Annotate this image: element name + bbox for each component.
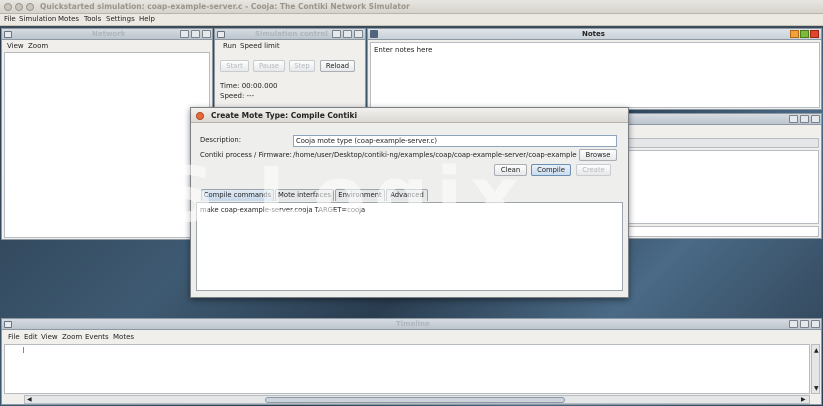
menu-tools[interactable]: Tools xyxy=(84,15,101,23)
maximize-icon[interactable] xyxy=(26,3,34,11)
step-button[interactable]: Step xyxy=(289,60,315,72)
dialog-title: Create Mote Type: Compile Contiki xyxy=(211,111,358,120)
start-button[interactable]: Start xyxy=(220,60,249,72)
table-header xyxy=(615,138,819,148)
simulation-speed: Speed: --- xyxy=(220,92,255,100)
network-canvas[interactable] xyxy=(4,52,210,238)
notes-textarea[interactable]: Enter notes here xyxy=(370,42,820,108)
network-title: Network xyxy=(92,30,126,38)
maximize-icon[interactable] xyxy=(191,30,200,38)
create-mote-type-dialog: Create Mote Type: Compile Contiki Descri… xyxy=(190,107,629,298)
close-icon[interactable] xyxy=(354,30,363,38)
window-title: Quickstarted simulation: coap-example-se… xyxy=(40,2,410,11)
simulation-control-window: Simulation control Run Speed limit Start… xyxy=(214,28,366,110)
network-window: Network View Zoom xyxy=(1,28,213,240)
timeline-menu-motes[interactable]: Motes xyxy=(113,333,134,341)
close-icon[interactable] xyxy=(196,112,204,120)
close-icon[interactable] xyxy=(202,30,211,38)
description-input[interactable]: Cooja mote type (coap-example-server.c) xyxy=(293,135,617,147)
scroll-thumb[interactable] xyxy=(265,397,565,403)
timeline-canvas[interactable] xyxy=(4,344,810,394)
simcontrol-menu-run[interactable]: Run xyxy=(223,42,236,50)
simcontrol-titlebar[interactable]: Simulation control xyxy=(215,29,365,40)
simcontrol-title: Simulation control xyxy=(255,30,328,38)
minimize-icon[interactable] xyxy=(789,115,798,123)
minimize-icon[interactable] xyxy=(332,30,341,38)
scroll-right-icon[interactable]: ▶ xyxy=(801,396,806,403)
scroll-left-icon[interactable]: ◀ xyxy=(27,396,32,403)
maximize-icon[interactable] xyxy=(800,320,809,328)
menu-help[interactable]: Help xyxy=(139,15,155,23)
background-window-titlebar[interactable] xyxy=(613,114,821,125)
simulation-time: Time: 00:00.000 xyxy=(220,82,278,90)
minimize-icon[interactable] xyxy=(789,320,798,328)
compile-command-text: make coap-example-server.cooja TARGET=co… xyxy=(200,206,366,214)
menu-simulation[interactable]: Simulation xyxy=(19,15,56,23)
tab-environment[interactable]: Environment xyxy=(335,189,385,201)
vertical-scrollbar[interactable]: ▲ ▼ xyxy=(811,344,820,394)
filter-input[interactable] xyxy=(615,226,819,237)
compile-button[interactable]: Compile xyxy=(531,164,571,176)
timeline-menu-view[interactable]: View xyxy=(41,333,58,341)
description-label: Description: xyxy=(200,136,242,144)
firmware-label: Contiki process / Firmware: xyxy=(200,151,292,159)
minimize-icon[interactable] xyxy=(790,30,799,38)
notes-title: Notes xyxy=(582,30,605,38)
window-titlebar: Quickstarted simulation: coap-example-se… xyxy=(0,0,823,14)
menu-file[interactable]: File xyxy=(4,15,16,23)
close-icon[interactable] xyxy=(811,320,820,328)
timeline-title: Timeline xyxy=(396,320,430,328)
close-icon[interactable] xyxy=(811,115,820,123)
timeline-menu-file[interactable]: File xyxy=(8,333,20,341)
frame-menu-icon[interactable] xyxy=(4,321,12,328)
frame-menu-icon[interactable] xyxy=(217,31,225,38)
firmware-path[interactable]: /home/user/Desktop/contiki-ng/examples/c… xyxy=(293,150,577,162)
frame-menu-icon[interactable] xyxy=(370,30,378,38)
horizontal-scrollbar[interactable]: ◀ ▶ xyxy=(24,395,810,404)
browse-button[interactable]: Browse xyxy=(579,149,617,161)
create-button[interactable]: Create xyxy=(576,164,611,176)
clean-button[interactable]: Clean xyxy=(494,164,527,176)
notes-titlebar[interactable]: Notes xyxy=(368,29,821,40)
network-menu-zoom[interactable]: Zoom xyxy=(28,42,48,50)
notes-window: Notes Enter notes here xyxy=(367,28,822,110)
timeline-menu-zoom[interactable]: Zoom xyxy=(62,333,82,341)
frame-menu-icon[interactable] xyxy=(4,31,12,38)
minimize-icon[interactable] xyxy=(180,30,189,38)
pause-button[interactable]: Pause xyxy=(253,60,285,72)
simcontrol-menu-speed-limit[interactable]: Speed limit xyxy=(240,42,280,50)
menu-motes[interactable]: Motes xyxy=(58,15,79,23)
minimize-icon[interactable] xyxy=(15,3,23,11)
dialog-titlebar[interactable]: Create Mote Type: Compile Contiki xyxy=(191,108,628,123)
timeline-menu-events[interactable]: Events xyxy=(85,333,109,341)
notes-text: Enter notes here xyxy=(374,46,433,54)
maximize-icon[interactable] xyxy=(800,30,809,38)
compile-commands-textarea[interactable]: make coap-example-server.cooja TARGET=co… xyxy=(196,202,623,291)
timeline-menu-edit[interactable]: Edit xyxy=(24,333,38,341)
timeline-titlebar[interactable]: Timeline xyxy=(2,319,821,330)
background-window xyxy=(612,113,822,239)
network-titlebar[interactable]: Network xyxy=(2,29,212,40)
main-menubar: File Simulation Motes Tools Settings Hel… xyxy=(0,14,823,26)
timeline-cursor xyxy=(23,347,24,353)
network-menu-view[interactable]: View xyxy=(7,42,24,50)
close-icon[interactable] xyxy=(810,30,819,38)
tab-advanced[interactable]: Advanced xyxy=(386,189,428,201)
tab-mote-interfaces[interactable]: Mote interfaces xyxy=(275,189,334,201)
timeline-window: Timeline File Edit View Zoom Events Mote… xyxy=(1,318,822,405)
scroll-up-icon[interactable]: ▲ xyxy=(814,347,819,354)
log-area[interactable] xyxy=(615,150,819,224)
reload-button[interactable]: Reload xyxy=(320,60,355,72)
maximize-icon[interactable] xyxy=(800,115,809,123)
tab-compile-commands[interactable]: Compile commands xyxy=(201,189,274,201)
menu-settings[interactable]: Settings xyxy=(106,15,135,23)
close-icon[interactable] xyxy=(4,3,12,11)
maximize-icon[interactable] xyxy=(343,30,352,38)
scroll-down-icon[interactable]: ▼ xyxy=(814,385,819,392)
